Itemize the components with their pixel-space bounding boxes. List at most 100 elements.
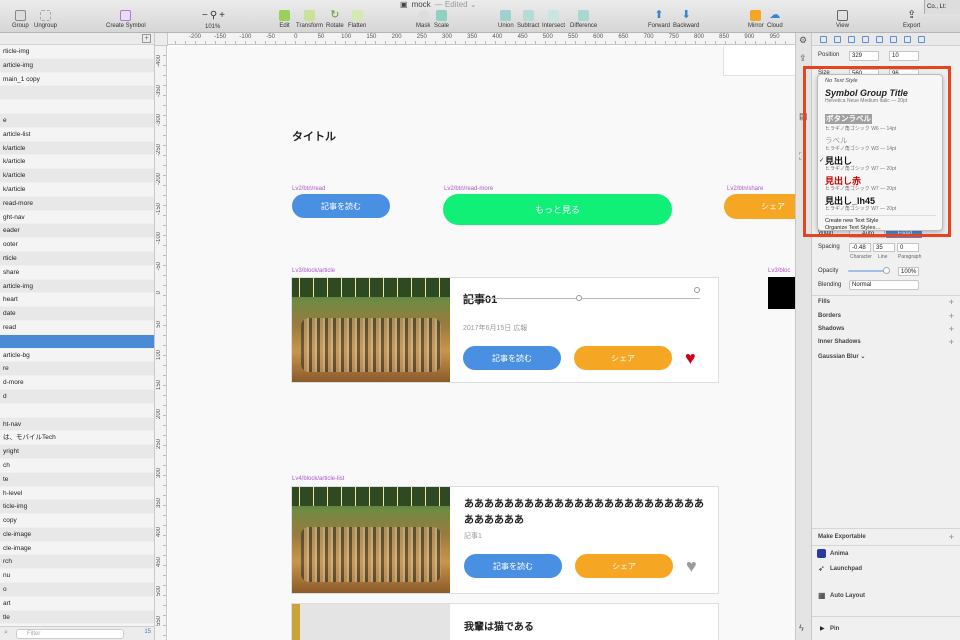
lightning-icon[interactable]: ϟ bbox=[799, 623, 804, 633]
rotate-button[interactable]: ↻ Rotate bbox=[326, 8, 344, 29]
horizontal-ruler[interactable]: -200 -150 -100 -50 0 50 100 150 200 250 300 350 400 4… bbox=[155, 33, 800, 45]
opacity-slider-knob[interactable] bbox=[883, 267, 890, 274]
export-button[interactable]: ⇪ Export bbox=[903, 8, 920, 29]
opacity-slider[interactable] bbox=[848, 267, 890, 274]
layer-row[interactable]: read-more bbox=[0, 196, 154, 211]
forward-button[interactable]: ⬆ Forward bbox=[648, 8, 670, 29]
intersect-button[interactable]: Intersect bbox=[542, 8, 565, 29]
layer-row[interactable]: ooter bbox=[0, 238, 154, 252]
difference-button[interactable]: Difference bbox=[570, 8, 597, 29]
add-shadow-button[interactable]: + bbox=[949, 324, 954, 334]
heart-icon[interactable]: ♥ bbox=[685, 349, 696, 367]
align-bottom-icon[interactable] bbox=[890, 36, 897, 43]
article-list-item-2[interactable]: 我輩は猫である bbox=[291, 603, 719, 640]
layer-row[interactable]: o bbox=[0, 583, 154, 597]
layer-row[interactable]: tle bbox=[0, 610, 154, 625]
layer-row[interactable]: ht-nav bbox=[0, 417, 154, 432]
list-item-title[interactable]: ああああああああああああああああああああああああああああああ bbox=[464, 497, 709, 529]
inner-shadows-section[interactable]: Inner Shadows bbox=[818, 339, 861, 345]
layer-row[interactable]: eader bbox=[0, 224, 154, 239]
gear-icon[interactable]: ⚙ bbox=[799, 35, 807, 46]
layer-row[interactable] bbox=[0, 334, 154, 349]
layer-row[interactable]: h-level bbox=[0, 487, 154, 501]
create-symbol-button[interactable]: Create Symbol bbox=[106, 8, 146, 29]
symbol-label-readmore[interactable]: Lv2/btn/read-more bbox=[444, 186, 493, 192]
fills-section[interactable]: Fills bbox=[818, 299, 830, 305]
layer-row[interactable]: nu bbox=[0, 569, 154, 584]
opacity-field[interactable]: 100% bbox=[898, 267, 919, 276]
mirror-button[interactable]: Mirror bbox=[748, 8, 764, 29]
align-center-icon[interactable] bbox=[834, 36, 841, 43]
share-icon[interactable]: ⇪ bbox=[799, 53, 807, 64]
ungroup-button[interactable]: Ungroup bbox=[34, 8, 57, 29]
list-share-button[interactable]: シェア bbox=[575, 554, 673, 578]
align-middle-icon[interactable] bbox=[876, 36, 883, 43]
list-read-button[interactable]: 記事を読む bbox=[464, 554, 562, 578]
disclosure-triangle-icon[interactable]: ▶ bbox=[820, 625, 825, 632]
read-button[interactable]: 記事を読む bbox=[292, 194, 390, 218]
add-page-button[interactable]: + bbox=[142, 34, 151, 43]
layer-row[interactable]: article-img bbox=[0, 58, 154, 73]
symbol-label-article[interactable]: Lv3/block/article bbox=[292, 268, 335, 274]
vertical-ruler[interactable]: -400 -350 -300 -250 -200 -150 -100 -50 0 50 100 150… bbox=[155, 45, 167, 640]
layer-row[interactable] bbox=[0, 100, 154, 114]
view-button[interactable]: View bbox=[836, 8, 849, 29]
layer-row[interactable]: yright bbox=[0, 445, 154, 459]
symbol-label-share[interactable]: Lv2/btn/share bbox=[727, 186, 763, 192]
article-card[interactable]: 記事01 2017年6月15日 広報 記事を読む シェア ♥ bbox=[291, 277, 719, 383]
layer-row[interactable]: k/article bbox=[0, 155, 154, 170]
paragraph-spacing-field[interactable]: 0 bbox=[897, 243, 919, 252]
distribute-v-icon[interactable] bbox=[918, 36, 925, 43]
gaussian-blur-select[interactable]: Gaussian Blur ⌄ bbox=[818, 353, 865, 360]
page-title[interactable]: タイトル bbox=[292, 128, 336, 144]
layer-row[interactable]: ght-nav bbox=[0, 211, 154, 225]
zoom-out-button[interactable]: − bbox=[202, 10, 208, 21]
layer-row[interactable] bbox=[0, 404, 154, 418]
layer-row[interactable]: read bbox=[0, 321, 154, 335]
filter-input[interactable]: Filter bbox=[16, 629, 124, 639]
layer-row[interactable]: d bbox=[0, 389, 154, 404]
anima-section[interactable]: Anima bbox=[830, 551, 848, 557]
share-button[interactable]: シェア bbox=[724, 194, 800, 219]
symbol-label-block-right[interactable]: Lv3/bloc bbox=[768, 268, 790, 274]
auto-layout-section[interactable]: Auto Layout bbox=[830, 593, 865, 599]
article-share-button[interactable]: シェア bbox=[574, 346, 672, 370]
background-window-tab[interactable]: Co., Lt: bbox=[924, 0, 960, 14]
article-read-button[interactable]: 記事を読む bbox=[463, 346, 561, 370]
resize-handle[interactable] bbox=[576, 295, 582, 301]
layer-row[interactable]: rch bbox=[0, 555, 154, 570]
make-exportable[interactable]: Make Exportable bbox=[818, 534, 866, 540]
align-top-icon[interactable] bbox=[862, 36, 869, 43]
scale-button[interactable]: Scale bbox=[434, 8, 449, 29]
borders-section[interactable]: Borders bbox=[818, 313, 841, 319]
layer-row[interactable]: k/article bbox=[0, 169, 154, 183]
transform-button[interactable]: Transform bbox=[296, 8, 323, 29]
layer-row[interactable]: article-list bbox=[0, 128, 154, 142]
backward-button[interactable]: ⬇ Backward bbox=[673, 8, 699, 29]
layer-row[interactable]: rticle-img bbox=[0, 45, 154, 59]
blending-select[interactable]: Normal bbox=[849, 280, 919, 290]
symbol-label-list[interactable]: Lv4/block/article-list bbox=[292, 476, 344, 482]
layer-row[interactable]: ch bbox=[0, 459, 154, 473]
add-inner-shadow-button[interactable]: + bbox=[949, 337, 954, 347]
layer-row[interactable]: cle-image bbox=[0, 542, 154, 556]
layer-row[interactable]: re bbox=[0, 362, 154, 377]
layer-row[interactable]: copy bbox=[0, 514, 154, 528]
add-export-button[interactable]: + bbox=[949, 532, 954, 542]
layer-row[interactable]: main_1 copy bbox=[0, 73, 154, 87]
union-button[interactable]: Union bbox=[498, 8, 514, 29]
layer-row[interactable]: art bbox=[0, 597, 154, 611]
layer-row[interactable]: article-bg bbox=[0, 349, 154, 363]
align-right-icon[interactable] bbox=[848, 36, 855, 43]
list-item-title-2[interactable]: 我輩は猫である bbox=[464, 618, 534, 633]
line-height-field[interactable]: 35 bbox=[873, 243, 895, 252]
read-more-button[interactable]: もっと見る bbox=[443, 194, 672, 225]
layer-row[interactable]: heart bbox=[0, 293, 154, 308]
layer-row[interactable]: d-more bbox=[0, 376, 154, 390]
position-y-field[interactable]: 10 bbox=[889, 51, 919, 61]
layer-row[interactable]: rticle bbox=[0, 251, 154, 266]
layer-row[interactable]: k/article bbox=[0, 183, 154, 197]
heart-outline-icon[interactable]: ♥ bbox=[686, 557, 697, 575]
layer-row[interactable]: te bbox=[0, 472, 154, 487]
align-left-icon[interactable] bbox=[820, 36, 827, 43]
